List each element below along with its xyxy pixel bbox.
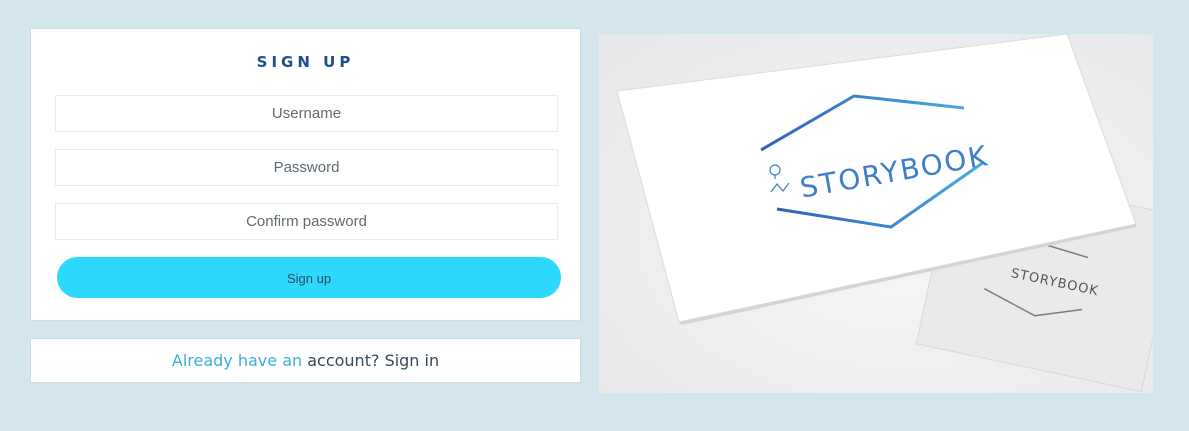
business-card-illustration: STORYBOOK STORYBOOK [599,34,1153,393]
signup-title: SIGN UP [256,53,355,71]
signin-prefix-text: Already have an [171,351,303,370]
signin-card: Already have an account? Sign in [30,338,581,383]
confirm-password-input[interactable] [55,203,558,240]
password-input[interactable] [55,149,558,186]
signin-link[interactable]: account? Sign in [302,351,439,370]
signup-card: SIGN UP Sign up [30,28,581,321]
username-input[interactable] [55,95,558,132]
brand-image: STORYBOOK STORYBOOK [599,34,1153,393]
signup-button[interactable]: Sign up [57,257,561,298]
